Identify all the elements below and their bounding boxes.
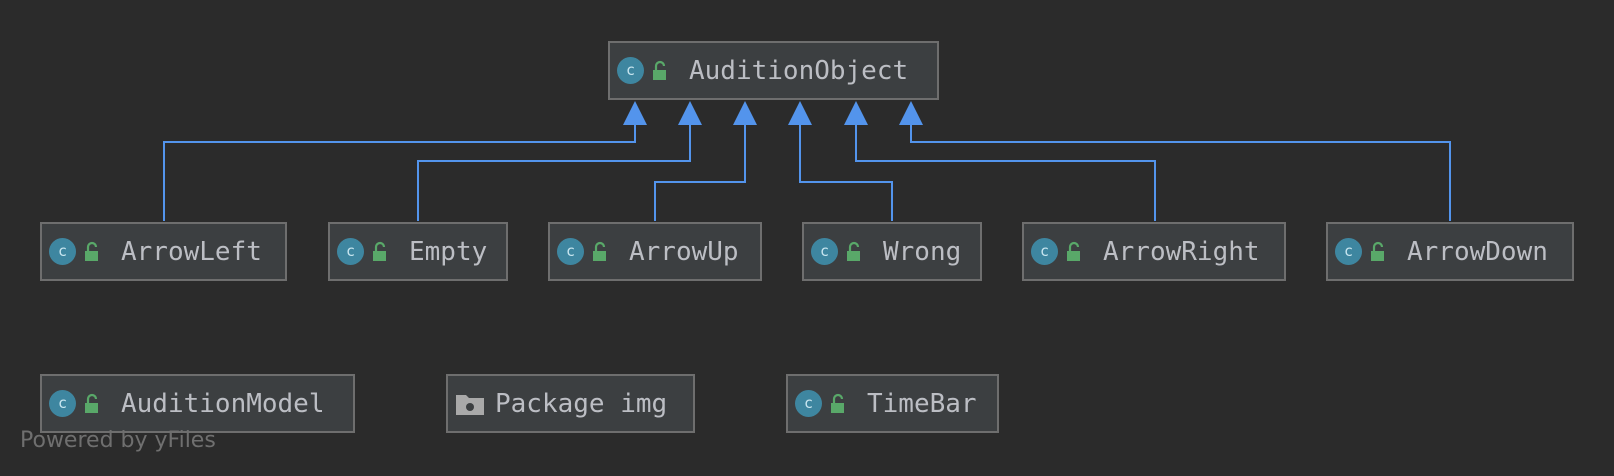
unlocked-icon [593,241,606,261]
unlocked-icon [847,241,860,261]
class-node-wrong[interactable]: c Wrong [802,222,982,281]
class-name: ArrowDown [1407,236,1548,267]
edge-empty [417,122,691,221]
package-name: Package img [495,388,668,419]
inheritance-arrowhead [844,101,868,125]
inheritance-arrowhead [623,101,647,125]
class-icon: c [49,390,76,417]
class-icon: c [49,238,76,265]
class-node-empty[interactable]: c Empty [328,222,508,281]
unlocked-icon [85,241,98,261]
unlocked-icon [373,241,386,261]
edge-arrowup [654,122,746,221]
inheritance-arrowhead [899,101,923,125]
class-node-arrowdown[interactable]: c ArrowDown [1326,222,1574,281]
uml-diagram: c AuditionObject c ArrowLeft c Empty c A… [0,0,1614,476]
class-icon: c [337,238,364,265]
edge-arrowdown [910,122,1451,221]
class-name: ArrowRight [1103,236,1260,267]
unlocked-icon [85,393,98,413]
class-icon: c [617,57,644,84]
class-node-auditionobject[interactable]: c AuditionObject [608,41,939,100]
class-name: AuditionObject [689,55,909,86]
class-name: Empty [409,236,488,267]
unlocked-icon [653,60,666,80]
inheritance-arrowhead [788,101,812,125]
class-name: ArrowLeft [121,236,262,267]
unlocked-icon [1067,241,1080,261]
unlocked-icon [831,393,844,413]
class-name: ArrowUp [629,236,739,267]
yfiles-watermark: Powered by yFiles [20,428,216,453]
edge-arrowleft [163,122,636,221]
class-node-arrowright[interactable]: c ArrowRight [1022,222,1286,281]
class-icon: c [1031,238,1058,265]
class-name: TimeBar [867,388,977,419]
edge-arrowright [855,122,1156,221]
class-name: Wrong [883,236,962,267]
class-icon: c [1335,238,1362,265]
class-icon: c [811,238,838,265]
folder-icon [456,394,484,415]
class-node-arrowup[interactable]: c ArrowUp [548,222,762,281]
class-icon: c [557,238,584,265]
class-node-arrowleft[interactable]: c ArrowLeft [40,222,287,281]
inheritance-arrowhead [678,101,702,125]
class-icon: c [795,390,822,417]
unlocked-icon [1371,241,1384,261]
class-name: AuditionModel [121,388,325,419]
inheritance-arrowhead [733,101,757,125]
edge-wrong [799,122,893,221]
class-node-auditionmodel[interactable]: c AuditionModel [40,374,355,433]
package-node-img[interactable]: Package img [446,374,695,433]
class-node-timebar[interactable]: c TimeBar [786,374,999,433]
